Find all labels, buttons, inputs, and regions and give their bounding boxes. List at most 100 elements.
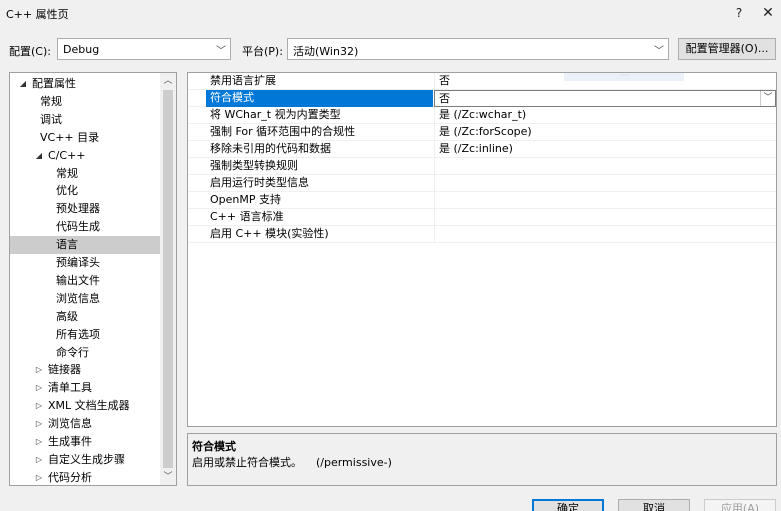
- property-row[interactable]: C++ 语言标准: [188, 209, 776, 226]
- expand-icon[interactable]: ▷: [34, 451, 44, 469]
- property-value[interactable]: [434, 209, 776, 226]
- tree-item[interactable]: 输出文件: [10, 272, 160, 290]
- property-name[interactable]: OpenMP 支持: [206, 192, 433, 209]
- property-value-text: 否: [439, 92, 450, 105]
- tree-item[interactable]: VC++ 目录: [10, 129, 160, 147]
- scroll-down-icon[interactable]: ﹀: [160, 469, 176, 485]
- property-name[interactable]: 强制类型转换规则: [206, 158, 433, 175]
- property-value-text: 是 (/Zc:wchar_t): [439, 108, 527, 121]
- tree-item[interactable]: 预处理器: [10, 200, 160, 218]
- tree-item-label: 链接器: [48, 363, 81, 377]
- property-name[interactable]: 禁用语言扩展: [206, 73, 433, 90]
- tree-item[interactable]: ▷ 自定义生成步骤: [10, 451, 160, 469]
- property-name[interactable]: 强制 For 循环范围中的合规性: [206, 124, 433, 141]
- expand-icon[interactable]: ▷: [34, 415, 44, 433]
- tree-item[interactable]: ▷ 代码分析: [10, 469, 160, 485]
- property-row[interactable]: 强制类型转换规则: [188, 158, 776, 175]
- tree-item-label: XML 文档生成器: [48, 399, 130, 413]
- tree-item[interactable]: 代码生成: [10, 218, 160, 236]
- property-value[interactable]: 否 ﹀: [434, 90, 776, 107]
- platform-dropdown[interactable]: 活动(Win32) ﹀: [287, 38, 669, 60]
- help-button[interactable]: ?: [729, 4, 749, 22]
- property-name[interactable]: 符合模式: [206, 90, 433, 107]
- property-name[interactable]: 移除未引用的代码和数据: [206, 141, 433, 158]
- property-value[interactable]: 是 (/Zc:forScope): [434, 124, 776, 141]
- property-value[interactable]: 是 (/Zc:wchar_t): [434, 107, 776, 124]
- tree-item[interactable]: ▷ XML 文档生成器: [10, 397, 160, 415]
- tree-scrollbar[interactable]: ︿ ﹀: [160, 73, 176, 485]
- cancel-button[interactable]: 取消: [618, 499, 690, 511]
- tree-item[interactable]: ◢ 配置属性: [10, 75, 160, 93]
- tree-item-label: 常规: [40, 94, 62, 108]
- tree-item[interactable]: 语言: [10, 236, 160, 255]
- property-value[interactable]: [434, 175, 776, 192]
- tree-item[interactable]: 浏览信息: [10, 290, 160, 308]
- description-text: 启用或禁止符合模式。 (/permissive-): [192, 456, 392, 469]
- tree-item-label: 命令行: [56, 345, 89, 359]
- property-name[interactable]: 启用 C++ 模块(实验性): [206, 226, 433, 243]
- property-row[interactable]: 移除未引用的代码和数据是 (/Zc:inline): [188, 141, 776, 158]
- tree-item[interactable]: 预编译头: [10, 254, 160, 272]
- tree-item-label: C/C++: [48, 148, 86, 162]
- property-row[interactable]: 符合模式否 ﹀: [188, 90, 776, 107]
- tree-item-label: 常规: [56, 166, 78, 180]
- property-value-text: 否: [439, 74, 450, 87]
- tree-item[interactable]: 常规: [10, 93, 160, 111]
- collapse-icon[interactable]: ◢: [34, 147, 44, 165]
- property-row[interactable]: 强制 For 循环范围中的合规性是 (/Zc:forScope): [188, 124, 776, 141]
- tree-item-label: 清单工具: [48, 381, 92, 395]
- tree-item[interactable]: ▷ 链接器: [10, 361, 160, 379]
- close-icon[interactable]: ✕: [758, 4, 778, 22]
- property-value[interactable]: 是 (/Zc:inline): [434, 141, 776, 158]
- expand-icon[interactable]: ▷: [34, 361, 44, 379]
- drag-ghost: ▭: [564, 73, 684, 81]
- tree-item-label: 所有选项: [56, 327, 100, 341]
- platform-value: 活动(Win32): [293, 45, 359, 58]
- property-row[interactable]: 将 WChar_t 视为内置类型是 (/Zc:wchar_t): [188, 107, 776, 124]
- tree-item[interactable]: ◢ C/C++: [10, 147, 160, 165]
- expand-icon[interactable]: ▷: [34, 433, 44, 451]
- property-row[interactable]: 启用 C++ 模块(实验性): [188, 226, 776, 243]
- tree-item-label: 高级: [56, 309, 78, 323]
- property-name[interactable]: C++ 语言标准: [206, 209, 433, 226]
- tree-item-label: 优化: [56, 184, 78, 198]
- window-title: C++ 属性页: [6, 8, 69, 21]
- expand-icon[interactable]: ▷: [34, 379, 44, 397]
- config-manager-button[interactable]: 配置管理器(O)...: [678, 38, 776, 60]
- scroll-up-icon[interactable]: ︿: [160, 73, 176, 89]
- tree-item[interactable]: 优化: [10, 182, 160, 200]
- property-row[interactable]: OpenMP 支持: [188, 192, 776, 209]
- expand-icon[interactable]: ▷: [34, 397, 44, 415]
- tree-item[interactable]: 命令行: [10, 344, 160, 362]
- tree-item-label: 调试: [40, 112, 62, 126]
- property-value[interactable]: [434, 192, 776, 209]
- configuration-row: 配置(C): Debug ﹀ 平台(P): 活动(Win32) ﹀ 配置管理器(…: [0, 38, 781, 62]
- property-row[interactable]: 启用运行时类型信息: [188, 175, 776, 192]
- property-value[interactable]: [434, 158, 776, 175]
- tree-item[interactable]: ▷ 清单工具: [10, 379, 160, 397]
- property-value[interactable]: [434, 226, 776, 243]
- tree-item[interactable]: 常规: [10, 165, 160, 183]
- config-label: 配置(C):: [9, 45, 51, 58]
- tree-item[interactable]: 所有选项: [10, 326, 160, 344]
- chevron-down-icon: ﹀: [216, 46, 226, 57]
- tree-item-label: VC++ 目录: [40, 130, 100, 144]
- property-name[interactable]: 将 WChar_t 视为内置类型: [206, 107, 433, 124]
- tree-item[interactable]: ▷ 浏览信息: [10, 415, 160, 433]
- tree-item[interactable]: 调试: [10, 111, 160, 129]
- expand-icon[interactable]: ▷: [34, 469, 44, 485]
- ok-button[interactable]: 确定: [532, 499, 604, 511]
- apply-button[interactable]: 应用(A): [704, 499, 776, 511]
- property-row[interactable]: 禁用语言扩展否: [188, 73, 776, 90]
- tree-item-label: 自定义生成步骤: [48, 452, 125, 466]
- tree-item[interactable]: ▷ 生成事件: [10, 433, 160, 451]
- property-name[interactable]: 启用运行时类型信息: [206, 175, 433, 192]
- tree-item[interactable]: 高级: [10, 308, 160, 326]
- scroll-thumb[interactable]: [163, 90, 173, 468]
- collapse-icon[interactable]: ◢: [18, 75, 28, 93]
- title-bar: C++ 属性页 ? ✕: [0, 0, 781, 26]
- chevron-down-icon[interactable]: ﹀: [760, 91, 775, 106]
- tree-item-label: 代码分析: [48, 470, 92, 484]
- property-value-text: 是 (/Zc:inline): [439, 142, 513, 155]
- config-dropdown[interactable]: Debug ﹀: [57, 38, 231, 60]
